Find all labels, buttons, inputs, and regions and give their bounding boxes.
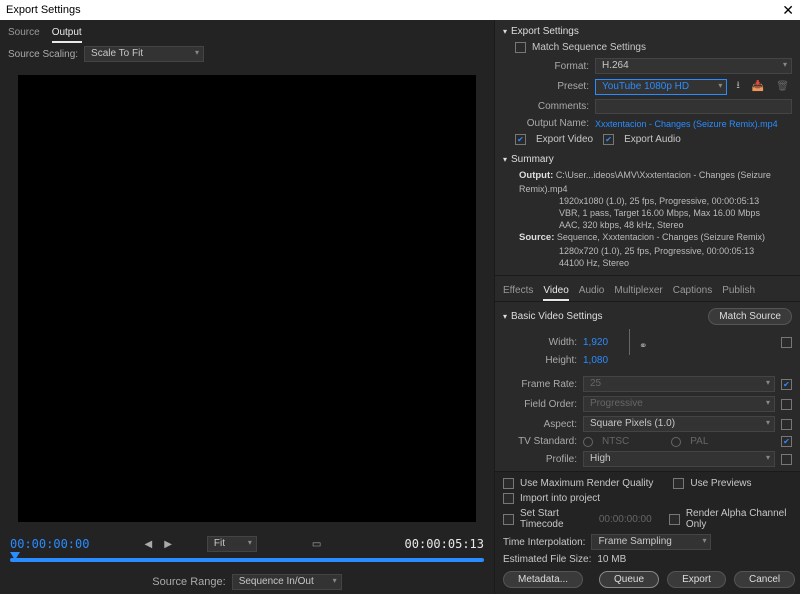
link-dimensions-icon[interactable]: ⚭: [636, 341, 650, 352]
source-scaling-dropdown[interactable]: Scale To Fit: [84, 46, 204, 62]
metadata-button[interactable]: Metadata...: [503, 571, 583, 588]
chevron-down-icon: ▾: [503, 312, 507, 321]
timecode-end: 00:00:05:13: [405, 537, 484, 551]
match-source-button[interactable]: Match Source: [708, 308, 792, 325]
height-input[interactable]: 1,080: [583, 355, 633, 366]
summary-header[interactable]: ▾ Summary: [495, 148, 800, 167]
render-alpha-checkbox[interactable]: [669, 514, 680, 525]
tvstd-lock-checkbox[interactable]: [781, 436, 792, 447]
width-input[interactable]: 1,920: [583, 337, 633, 348]
profile-dropdown[interactable]: High: [583, 451, 775, 467]
comments-label: Comments:: [515, 101, 589, 112]
time-interp-dropdown[interactable]: Frame Sampling: [591, 534, 711, 550]
use-previews-checkbox[interactable]: [673, 478, 684, 489]
prev-frame-icon[interactable]: ◀: [141, 539, 155, 550]
source-range-label: Source Range:: [152, 576, 225, 588]
fieldorder-dropdown[interactable]: Progressive: [583, 396, 775, 412]
ntsc-radio[interactable]: [583, 437, 593, 447]
source-range-dropdown[interactable]: Sequence In/Out: [232, 574, 342, 590]
queue-button[interactable]: Queue: [599, 571, 659, 588]
timeline-slider[interactable]: [10, 558, 484, 562]
cancel-button[interactable]: Cancel: [734, 571, 795, 588]
tab-source[interactable]: Source: [8, 24, 40, 43]
chevron-down-icon: ▾: [503, 27, 507, 36]
timecode-start[interactable]: 00:00:00:00: [10, 537, 89, 551]
bottom-options: Use Maximum Render Quality Use Previews …: [495, 471, 800, 594]
start-tc-value[interactable]: 00:00:00:00: [599, 514, 652, 525]
width-label: Width:: [503, 337, 577, 348]
tab-audio[interactable]: Audio: [579, 282, 605, 301]
aspect-correction-icon[interactable]: ▭: [309, 539, 324, 550]
output-name-link[interactable]: Xxxtentacion - Changes (Seizure Remix).m…: [595, 119, 778, 129]
tab-publish[interactable]: Publish: [722, 282, 755, 301]
export-settings-header[interactable]: ▾ Export Settings: [495, 20, 800, 39]
import-project-checkbox[interactable]: [503, 493, 514, 504]
source-scaling-label: Source Scaling:: [8, 49, 78, 60]
settings-panel: ▾ Export Settings Match Sequence Setting…: [494, 20, 800, 594]
profile-lock-checkbox[interactable]: [781, 454, 792, 465]
match-sequence-checkbox[interactable]: [515, 42, 526, 53]
output-name-label: Output Name:: [515, 118, 589, 129]
tab-multiplexer[interactable]: Multiplexer: [614, 282, 662, 301]
tab-output[interactable]: Output: [52, 24, 82, 43]
height-label: Height:: [503, 355, 577, 366]
import-preset-icon[interactable]: 📥: [749, 81, 767, 92]
time-interp-label: Time Interpolation:: [503, 537, 585, 548]
aspect-label: Aspect:: [503, 419, 577, 430]
format-label: Format:: [515, 61, 589, 72]
tab-captions[interactable]: Captions: [673, 282, 712, 301]
next-frame-icon[interactable]: ▶: [161, 539, 175, 550]
export-audio-checkbox[interactable]: [603, 134, 614, 145]
width-lock-checkbox[interactable]: [781, 337, 792, 348]
basic-video-settings-header[interactable]: ▾ Basic Video Settings Match Source: [495, 302, 800, 327]
window-title: Export Settings: [6, 4, 81, 16]
aspect-lock-checkbox[interactable]: [781, 419, 792, 430]
zoom-fit-dropdown[interactable]: Fit: [207, 536, 257, 552]
video-preview[interactable]: [18, 75, 476, 522]
fieldorder-label: Field Order:: [503, 399, 577, 410]
summary-block: Output: C:\User...ideos\AMV\Xxxtentacion…: [495, 167, 800, 275]
tab-effects[interactable]: Effects: [503, 282, 533, 301]
fieldorder-lock-checkbox[interactable]: [781, 399, 792, 410]
close-icon[interactable]: ✕: [782, 2, 794, 19]
profile-label: Profile:: [503, 454, 577, 465]
delete-preset-icon[interactable]: 🗑: [773, 81, 792, 92]
comments-input[interactable]: [595, 99, 792, 114]
format-dropdown[interactable]: H.264: [595, 58, 792, 74]
preview-panel: Source Output Source Scaling: Scale To F…: [0, 20, 494, 594]
preset-label: Preset:: [515, 81, 589, 92]
export-video-checkbox[interactable]: [515, 134, 526, 145]
save-preset-icon[interactable]: ⭳: [733, 78, 743, 95]
aspect-dropdown[interactable]: Square Pixels (1.0): [583, 416, 775, 432]
tvstd-label: TV Standard:: [503, 436, 577, 447]
framerate-dropdown[interactable]: 25: [583, 376, 775, 392]
set-start-tc-checkbox[interactable]: [503, 514, 514, 525]
est-filesize-value: 10 MB: [597, 554, 626, 565]
tab-video[interactable]: Video: [543, 282, 568, 301]
export-button[interactable]: Export: [667, 571, 726, 588]
pal-radio[interactable]: [671, 437, 681, 447]
match-sequence-label: Match Sequence Settings: [532, 42, 646, 53]
framerate-lock-checkbox[interactable]: [781, 379, 792, 390]
titlebar: Export Settings ✕: [0, 0, 800, 20]
preset-dropdown[interactable]: YouTube 1080p HD: [595, 79, 727, 95]
framerate-label: Frame Rate:: [503, 379, 577, 390]
use-max-render-checkbox[interactable]: [503, 478, 514, 489]
est-filesize-label: Estimated File Size:: [503, 554, 591, 565]
chevron-down-icon: ▾: [503, 155, 507, 164]
